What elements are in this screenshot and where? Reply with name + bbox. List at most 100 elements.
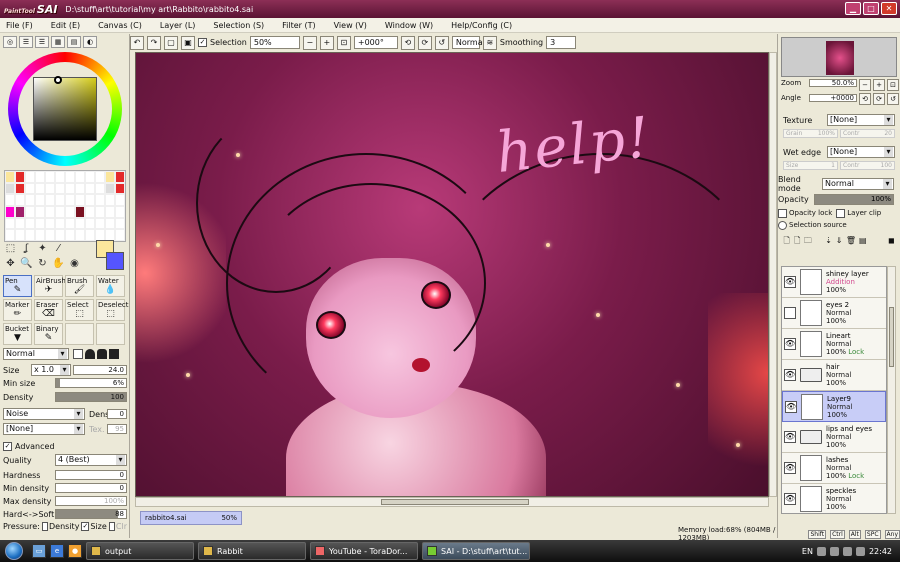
rotate-reset-icon[interactable]: ↺ bbox=[434, 35, 449, 50]
saturation-value-square[interactable] bbox=[33, 77, 97, 141]
zoom-out-icon[interactable]: − bbox=[302, 35, 317, 50]
clock[interactable]: 22:42 bbox=[869, 547, 892, 556]
layer-row-selected[interactable]: 👁 Layer9 Normal 100% bbox=[782, 391, 886, 422]
invert-selection-icon[interactable]: ▣ bbox=[181, 35, 195, 50]
delete-layer-icon[interactable]: 🗑 bbox=[846, 235, 856, 247]
start-button[interactable] bbox=[0, 540, 28, 562]
nav-zoom-in-icon[interactable]: + bbox=[873, 79, 885, 91]
layer-row[interactable]: 👁 lashes Normal 100% Lock bbox=[782, 453, 886, 484]
new-layer-icon[interactable]: 🗋 bbox=[783, 235, 790, 247]
drawing-canvas[interactable]: help! bbox=[135, 52, 769, 497]
layer-row[interactable]: 👁 hair Normal 100% bbox=[782, 360, 886, 391]
clear-layer-icon[interactable]: ▤ bbox=[859, 235, 867, 247]
selection-checkbox[interactable]: ✓ bbox=[198, 38, 207, 47]
menu-filter[interactable]: Filter (T) bbox=[282, 21, 315, 30]
scratchpad-tab[interactable]: ▤ bbox=[67, 36, 81, 48]
tray-icon[interactable] bbox=[829, 546, 839, 556]
menu-edit[interactable]: Edit (E) bbox=[51, 21, 80, 30]
texture-density-field[interactable]: 0 bbox=[107, 409, 127, 419]
layer-mask-icon[interactable]: ◼ bbox=[888, 235, 895, 247]
fg-bg-colors[interactable] bbox=[96, 240, 126, 270]
pressure-size-checkbox[interactable]: ✓ bbox=[81, 521, 90, 531]
min-density-slider[interactable]: 0 bbox=[55, 483, 127, 493]
redo-icon[interactable]: ↷ bbox=[147, 35, 161, 50]
menu-canvas[interactable]: Canvas (C) bbox=[98, 21, 142, 30]
nav-fit-icon[interactable]: ⊡ bbox=[887, 79, 899, 91]
document-tab[interactable]: rabbito4.sai 50% bbox=[140, 511, 242, 525]
canvas-horizontal-scrollbar[interactable] bbox=[135, 497, 769, 507]
color-wheel-tab[interactable]: ◎ bbox=[3, 36, 17, 48]
menu-selection[interactable]: Selection (S) bbox=[213, 21, 264, 30]
layer-scroll-thumb[interactable] bbox=[889, 307, 894, 367]
brush-eraser[interactable]: Eraser ⌫ bbox=[34, 299, 63, 321]
layer-list-scrollbar[interactable] bbox=[887, 266, 896, 514]
rotate-icon[interactable]: ↻ bbox=[36, 258, 49, 271]
hue-marker[interactable] bbox=[54, 76, 62, 84]
layer-visibility-toggle[interactable]: 👁 bbox=[784, 462, 796, 474]
transfer-down-icon[interactable]: ⇣ bbox=[825, 235, 832, 247]
texture-strength-field[interactable]: 95 bbox=[107, 424, 127, 434]
grain-field[interactable]: Grain 100% bbox=[783, 129, 838, 138]
menu-layer[interactable]: Layer (L) bbox=[160, 21, 196, 30]
pressure-density-checkbox[interactable] bbox=[41, 521, 49, 531]
eyedropper-icon[interactable]: ⁄ bbox=[52, 243, 65, 256]
close-button[interactable]: ✕ bbox=[881, 2, 897, 15]
color-swatches[interactable] bbox=[4, 170, 126, 242]
texture2-select[interactable]: [None] bbox=[3, 423, 85, 435]
nav-angle-field[interactable]: +0000 bbox=[809, 94, 857, 102]
layer-clip-checkbox[interactable] bbox=[836, 208, 846, 218]
size-slider[interactable]: 24.0 bbox=[73, 365, 127, 375]
layer-row[interactable]: 👁 shiney layer Addition 100% bbox=[782, 267, 886, 298]
language-indicator[interactable]: EN bbox=[802, 547, 813, 556]
brush-blend-select[interactable]: Normal bbox=[3, 348, 69, 360]
minimize-button[interactable]: ▁ bbox=[845, 2, 861, 15]
show-desktop-icon[interactable]: ▭ bbox=[32, 544, 46, 558]
canvas-vertical-scrollbar[interactable] bbox=[769, 52, 777, 497]
zoom-select[interactable]: 50% bbox=[249, 36, 300, 49]
brush-pen[interactable]: Pen ✎ bbox=[3, 275, 32, 297]
layer-row[interactable]: 👁 Lineart Normal 100% Lock bbox=[782, 329, 886, 360]
brush-bucket[interactable]: Bucket ▼ bbox=[3, 323, 32, 345]
contrast-field[interactable]: Contr 20 bbox=[840, 129, 895, 138]
undo-icon[interactable]: ↶ bbox=[130, 35, 144, 50]
task-youtube[interactable]: YouTube - ToraDor... bbox=[310, 542, 418, 560]
rotation-select[interactable]: +000° bbox=[353, 36, 398, 49]
min-size-slider[interactable]: 6% bbox=[55, 378, 127, 388]
layer-visibility-toggle[interactable]: 👁 bbox=[784, 493, 796, 505]
hardness-slider[interactable]: 0 bbox=[55, 470, 127, 480]
maximize-button[interactable]: □ bbox=[863, 2, 879, 15]
navigator-preview[interactable] bbox=[781, 37, 897, 77]
opacity-lock-checkbox[interactable] bbox=[778, 208, 787, 218]
network-icon[interactable] bbox=[842, 546, 852, 556]
deselect-icon[interactable]: ▢ bbox=[164, 35, 178, 50]
layer-visibility-toggle[interactable]: 👁 bbox=[785, 400, 797, 413]
layer-row[interactable]: 👁 speckles Normal 100% bbox=[782, 484, 886, 513]
hard-soft-slider[interactable]: 88 bbox=[55, 509, 127, 519]
nav-rotate-reset-icon[interactable]: ↺ bbox=[887, 93, 899, 105]
layer-visibility-toggle[interactable]: 👁 bbox=[784, 431, 796, 443]
wet-edge-size-field[interactable]: Size 1 bbox=[783, 161, 838, 170]
firefox-icon[interactable]: ● bbox=[68, 544, 82, 558]
layer-visibility-toggle[interactable]: 👁 bbox=[784, 338, 796, 350]
volume-icon[interactable] bbox=[855, 546, 865, 556]
max-density-slider[interactable]: 100% bbox=[55, 496, 127, 506]
layer-row[interactable]: 👁 lips and eyes Normal 100% bbox=[782, 422, 886, 453]
shape-flat-icon[interactable] bbox=[73, 349, 83, 359]
task-sai[interactable]: SAI - D:\stuff\art\tut... bbox=[422, 542, 530, 560]
zoom-in-icon[interactable]: + bbox=[319, 35, 334, 50]
brush-airbrush[interactable]: AirBrush ✈ bbox=[34, 275, 66, 297]
new-linework-icon[interactable]: 🗋 bbox=[793, 235, 800, 247]
magic-wand-icon[interactable]: ✦ bbox=[36, 243, 49, 256]
stabilizer-icon[interactable]: ≋ bbox=[482, 35, 497, 50]
wet-edge-select[interactable]: [None] bbox=[827, 146, 895, 158]
advanced-checkbox[interactable]: ✓ bbox=[3, 441, 12, 451]
zoom-reset-icon[interactable]: ⊡ bbox=[336, 35, 351, 50]
layer-row[interactable]: eyes 2 Normal 100% bbox=[782, 298, 886, 329]
task-output[interactable]: output bbox=[86, 542, 194, 560]
brush-water[interactable]: Water 💧 bbox=[96, 275, 125, 297]
brush-empty-1[interactable] bbox=[65, 323, 94, 345]
move-icon[interactable]: ✥ bbox=[4, 258, 17, 271]
menu-window[interactable]: Window (W) bbox=[385, 21, 433, 30]
rotate-left-icon[interactable]: ⟲ bbox=[400, 35, 415, 50]
nav-zoom-out-icon[interactable]: − bbox=[859, 79, 871, 91]
